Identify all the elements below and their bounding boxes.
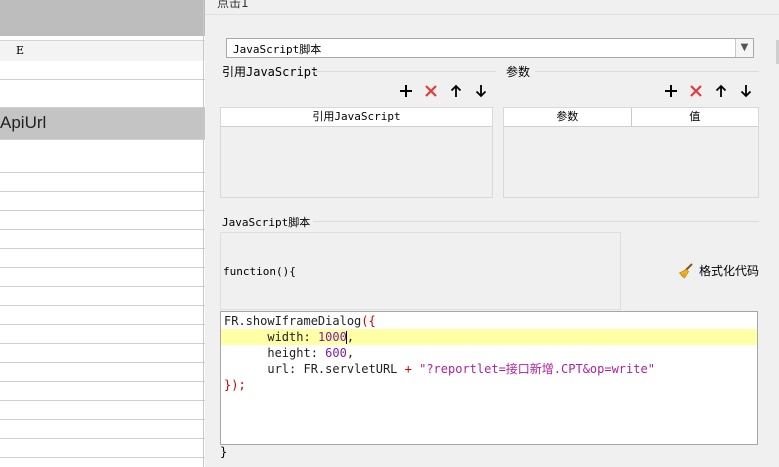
arrow-down-icon xyxy=(740,85,752,98)
arrow-down-icon xyxy=(475,85,487,98)
add-param-button[interactable] xyxy=(662,82,680,100)
ref-js-label: 引用JavaScript xyxy=(222,65,319,79)
function-header: function(){ xyxy=(223,265,296,278)
move-down-ref-button[interactable] xyxy=(472,82,490,100)
event-dialog: 点击1 JavaScript脚本 ▼ 引用JavaScript 引用JavaSc… xyxy=(205,0,779,467)
format-code-label: 格式化代码 xyxy=(699,264,760,278)
sheet-row[interactable] xyxy=(0,61,205,80)
arrow-up-icon xyxy=(450,84,462,97)
sheet-row[interactable] xyxy=(0,80,205,108)
code-line: url: FR.servletURL + "?reportlet=接口新增.CP… xyxy=(267,362,655,376)
sheet-row[interactable] xyxy=(0,325,205,344)
plus-icon xyxy=(400,85,412,97)
sheet-row[interactable] xyxy=(0,173,205,192)
code-editor[interactable]: FR.showIframeDialog({ width: 1000, heigh… xyxy=(220,311,758,445)
sheet-row[interactable] xyxy=(0,382,205,401)
move-up-ref-button[interactable] xyxy=(447,82,465,100)
sheet-row[interactable] xyxy=(0,211,205,230)
params-toolbar xyxy=(662,82,755,100)
format-code-button[interactable]: 格式化代码 xyxy=(678,262,759,279)
params-table-header: 参数 值 xyxy=(504,108,758,127)
add-ref-button[interactable] xyxy=(397,82,415,100)
params-separator xyxy=(535,71,759,72)
api-url-cell[interactable]: ApiUrl xyxy=(0,113,46,133)
sheet-row[interactable] xyxy=(0,401,205,420)
ref-js-table[interactable]: 引用JavaScript xyxy=(220,107,493,198)
function-closing-brace: } xyxy=(220,445,228,459)
sheet-toolbar xyxy=(0,0,205,36)
params-label: 参数 xyxy=(506,65,531,79)
script-type-value: JavaScript脚本 xyxy=(233,43,322,56)
js-script-label: JavaScript脚本 xyxy=(222,216,311,229)
ref-js-toolbar xyxy=(397,82,490,100)
sheet-row[interactable] xyxy=(0,287,205,306)
delete-ref-button[interactable] xyxy=(422,82,440,100)
move-up-param-button[interactable] xyxy=(712,82,730,100)
plus-icon xyxy=(665,85,677,97)
function-header-box: function(){ xyxy=(220,232,621,310)
sheet-row-api[interactable]: ApiUrl xyxy=(0,108,205,140)
js-script-separator xyxy=(313,221,759,222)
sheet-row[interactable] xyxy=(0,230,205,249)
title-separator xyxy=(205,14,779,15)
column-header-row: E xyxy=(0,40,205,62)
ref-js-table-header: 引用JavaScript xyxy=(221,108,492,127)
sheet-row[interactable] xyxy=(0,363,205,382)
sheet-row[interactable] xyxy=(0,344,205,363)
code-line-active: width: 1000, xyxy=(221,329,757,345)
code-line: height: 600, xyxy=(267,346,355,360)
ref-js-separator xyxy=(313,71,496,72)
column-header-e[interactable]: E xyxy=(16,44,24,57)
sheet-row[interactable] xyxy=(0,268,205,287)
delete-param-button[interactable] xyxy=(687,82,705,100)
code-line: FR.showIframeDialog({ xyxy=(224,314,376,328)
spreadsheet-background: E ApiUrl xyxy=(0,0,205,467)
dialog-title: 点击1 xyxy=(217,0,249,10)
sheet-row[interactable] xyxy=(0,439,205,458)
arrow-up-icon xyxy=(715,84,727,97)
move-down-param-button[interactable] xyxy=(737,82,755,100)
chevron-down-icon[interactable]: ▼ xyxy=(735,39,753,57)
sheet-row[interactable] xyxy=(0,192,205,211)
broom-icon xyxy=(678,262,693,279)
sheet-row[interactable] xyxy=(0,140,205,173)
close-icon xyxy=(690,85,702,97)
column-divider xyxy=(203,0,204,467)
close-icon xyxy=(425,85,437,97)
code-line: }); xyxy=(224,378,246,392)
param-value-column-header[interactable]: 值 xyxy=(632,108,759,126)
sheet-row[interactable] xyxy=(0,249,205,268)
params-table[interactable]: 参数 值 xyxy=(503,107,759,198)
script-type-select[interactable]: JavaScript脚本 ▼ xyxy=(226,38,754,58)
param-name-column-header[interactable]: 参数 xyxy=(504,108,632,126)
sheet-row[interactable] xyxy=(0,420,205,439)
sheet-row[interactable] xyxy=(0,306,205,325)
ref-js-column-header[interactable]: 引用JavaScript xyxy=(221,108,492,126)
